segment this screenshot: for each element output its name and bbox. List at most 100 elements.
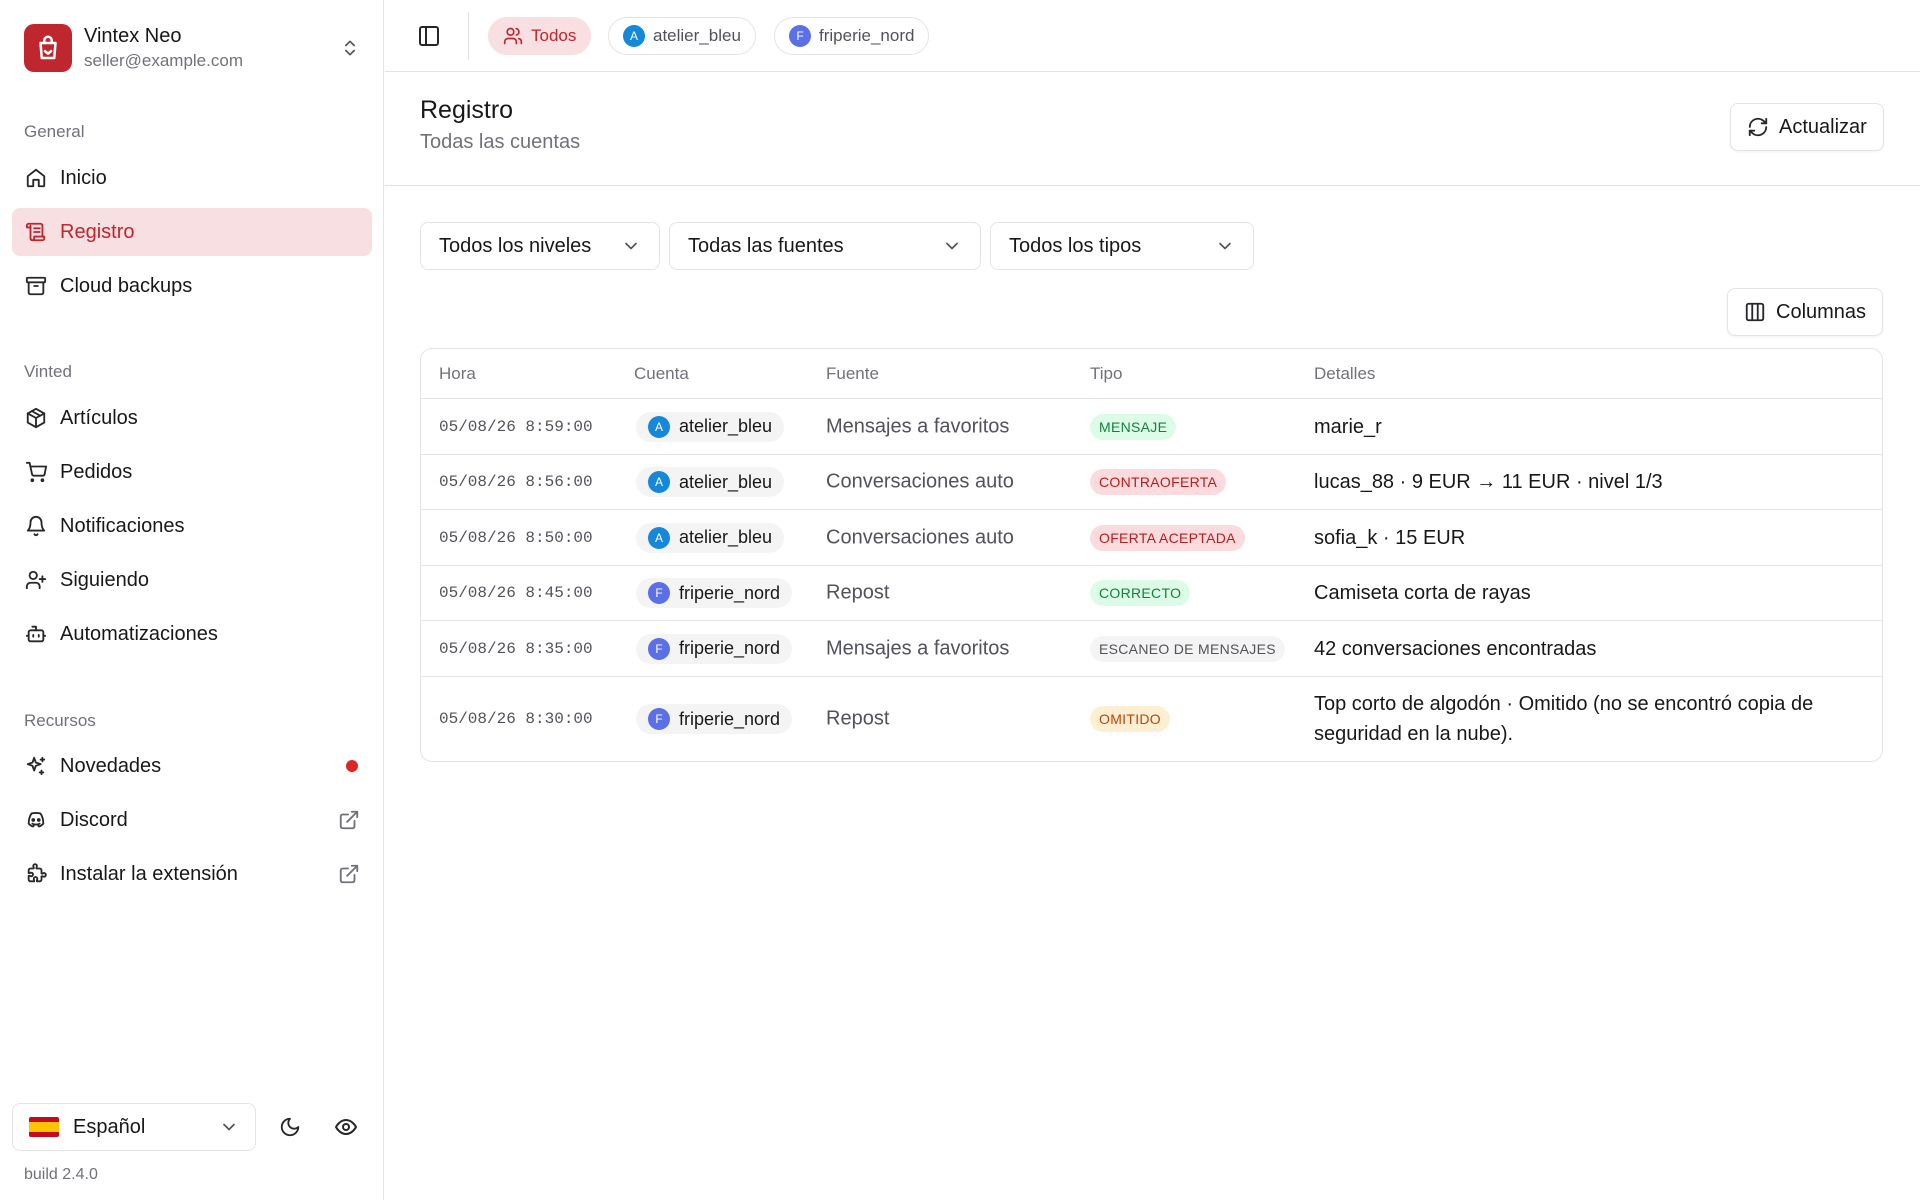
row-details: Camiseta corta de rayas: [1314, 582, 1531, 604]
build-version: build 2.4.0: [24, 1166, 98, 1183]
table-header: Hora Cuenta Fuente Tipo Detalles: [421, 349, 1882, 399]
account-filter-todos[interactable]: Todos: [488, 17, 592, 55]
row-account[interactable]: Aatelier_bleu: [636, 522, 785, 553]
account-switcher[interactable]: Vintex Neo seller@example.com: [12, 12, 372, 84]
row-account[interactable]: Ffriperie_nord: [636, 578, 793, 608]
column-header-tipo[interactable]: Tipo: [1090, 364, 1122, 384]
sidebar-item-label: Notificaciones: [60, 514, 185, 537]
type-badge: CORRECTO: [1090, 580, 1191, 606]
sidebar-toggle-button[interactable]: [409, 16, 449, 56]
sidebar-item-notificaciones[interactable]: Notificaciones: [12, 502, 372, 550]
eye-icon: [334, 1115, 358, 1139]
page-subtitle: Todas las cuentas: [420, 131, 581, 153]
sidebar-item-label: Registro: [60, 220, 135, 243]
chevron-down-icon: [621, 236, 641, 256]
sidebar-item-label: Inicio: [60, 166, 107, 189]
account-filter-friperie-nord[interactable]: F friperie_nord: [774, 17, 930, 55]
brand-email: seller@example.com: [84, 51, 243, 70]
visibility-toggle[interactable]: [326, 1107, 366, 1147]
account-name: friperie_nord: [679, 708, 781, 729]
type-badge: CONTRAOFERTA: [1090, 469, 1227, 495]
row-account[interactable]: Aatelier_bleu: [636, 411, 785, 442]
sidebar-item-inicio[interactable]: Inicio: [12, 154, 372, 202]
row-source: Repost: [826, 707, 890, 730]
sidebar-item-pedidos[interactable]: Pedidos: [12, 448, 372, 496]
row-time: 05/08/26 8:50:00: [439, 528, 593, 547]
sidebar-item-automatizaciones[interactable]: Automatizaciones: [12, 610, 372, 658]
row-source: Conversaciones auto: [826, 470, 1014, 493]
columns-icon: [1744, 301, 1766, 323]
table-row[interactable]: 05/08/26 8:35:00 Ffriperie_nord Mensajes…: [421, 621, 1882, 677]
group-label-vinted: Vinted: [24, 362, 72, 381]
sparkles-icon: [24, 754, 48, 778]
avatar: F: [648, 708, 670, 730]
sidebar-item-label: Instalar la extensión: [60, 862, 238, 885]
table-row[interactable]: 05/08/26 8:59:00 Aatelier_bleu Mensajes …: [421, 399, 1882, 455]
table-row[interactable]: 05/08/26 8:30:00 Ffriperie_nord Repost O…: [421, 677, 1882, 761]
scroll-text-icon: [24, 220, 48, 244]
column-header-cuenta[interactable]: Cuenta: [634, 364, 689, 384]
chevrons-up-down-icon: [340, 38, 360, 58]
sidebar: Vintex Neo seller@example.com General In…: [0, 0, 384, 1200]
source-filter-select[interactable]: Todas las fuentes: [669, 222, 981, 270]
bot-icon: [24, 622, 48, 646]
archive-icon: [24, 274, 48, 298]
row-account[interactable]: Ffriperie_nord: [636, 633, 793, 664]
sidebar-item-discord[interactable]: Discord: [12, 796, 372, 844]
sidebar-item-novedades[interactable]: Novedades: [12, 742, 372, 790]
sidebar-item-instalar-extension[interactable]: Instalar la extensión: [12, 850, 372, 898]
chip-label: Todos: [531, 26, 577, 45]
avatar: F: [789, 25, 811, 47]
log-table: Hora Cuenta Fuente Tipo Detalles 05/08/2…: [420, 348, 1883, 762]
account-filter-atelier-bleu[interactable]: A atelier_bleu: [608, 17, 756, 55]
topbar: Todos A atelier_bleu F friperie_nord: [385, 0, 1920, 72]
chevron-down-icon: [1215, 236, 1235, 256]
columns-label: Columnas: [1776, 300, 1867, 323]
type-filter-select[interactable]: Todos los tipos: [990, 222, 1254, 270]
row-time: 05/08/26 8:35:00: [439, 639, 593, 658]
chevron-down-icon: [219, 1117, 239, 1137]
panel-left-icon: [417, 24, 441, 48]
row-source: Mensajes a favoritos: [826, 415, 1010, 437]
sidebar-item-label: Siguiendo: [60, 568, 149, 591]
language-select[interactable]: Español: [12, 1103, 256, 1151]
table-row[interactable]: 05/08/26 8:50:00 Aatelier_bleu Conversac…: [421, 510, 1882, 566]
sidebar-item-label: Cloud backups: [60, 274, 193, 297]
page-title: Registro: [420, 96, 514, 124]
sidebar-item-registro[interactable]: Registro: [12, 208, 372, 256]
row-source: Conversaciones auto: [826, 526, 1014, 548]
bag-logo-icon: [24, 24, 72, 72]
row-time: 05/08/26 8:30:00: [439, 710, 593, 728]
columns-button[interactable]: Columnas: [1727, 288, 1884, 336]
level-filter-select[interactable]: Todos los niveles: [420, 222, 660, 270]
dark-mode-toggle[interactable]: [270, 1107, 310, 1147]
avatar: A: [648, 471, 670, 493]
type-badge: OFERTA ACEPTADA: [1090, 524, 1245, 551]
chip-label: atelier_bleu: [653, 26, 741, 45]
avatar: A: [648, 415, 670, 438]
avatar: A: [648, 526, 670, 549]
row-details: marie_r: [1314, 415, 1382, 438]
refresh-label: Actualizar: [1779, 115, 1867, 138]
column-header-detalles[interactable]: Detalles: [1314, 364, 1375, 384]
refresh-button[interactable]: Actualizar: [1730, 103, 1884, 151]
shopping-cart-icon: [24, 460, 48, 484]
row-account[interactable]: Aatelier_bleu: [636, 467, 785, 497]
type-badge: ESCANEO DE MENSAJES: [1090, 635, 1285, 662]
row-details: lucas_88 · 9 EUR → 11 EUR · nivel 1/3: [1314, 471, 1663, 493]
row-details: 42 conversaciones encontradas: [1314, 637, 1597, 660]
table-row[interactable]: 05/08/26 8:45:00 Ffriperie_nord Repost C…: [421, 566, 1882, 621]
sidebar-item-label: Pedidos: [60, 460, 133, 483]
source-filter-value: Todas las fuentes: [688, 234, 844, 257]
sidebar-item-siguiendo[interactable]: Siguiendo: [12, 556, 372, 604]
sidebar-item-articulos[interactable]: Artículos: [12, 394, 372, 442]
row-account[interactable]: Ffriperie_nord: [636, 704, 793, 734]
sidebar-item-label: Discord: [60, 808, 128, 831]
table-row[interactable]: 05/08/26 8:56:00 Aatelier_bleu Conversac…: [421, 455, 1882, 510]
account-name: atelier_bleu: [679, 471, 773, 492]
column-header-hora[interactable]: Hora: [439, 364, 476, 384]
type-badge: OMITIDO: [1090, 706, 1170, 732]
sidebar-item-cloud-backups[interactable]: Cloud backups: [12, 262, 372, 310]
column-header-fuente[interactable]: Fuente: [826, 364, 879, 384]
divider: [385, 185, 1920, 186]
